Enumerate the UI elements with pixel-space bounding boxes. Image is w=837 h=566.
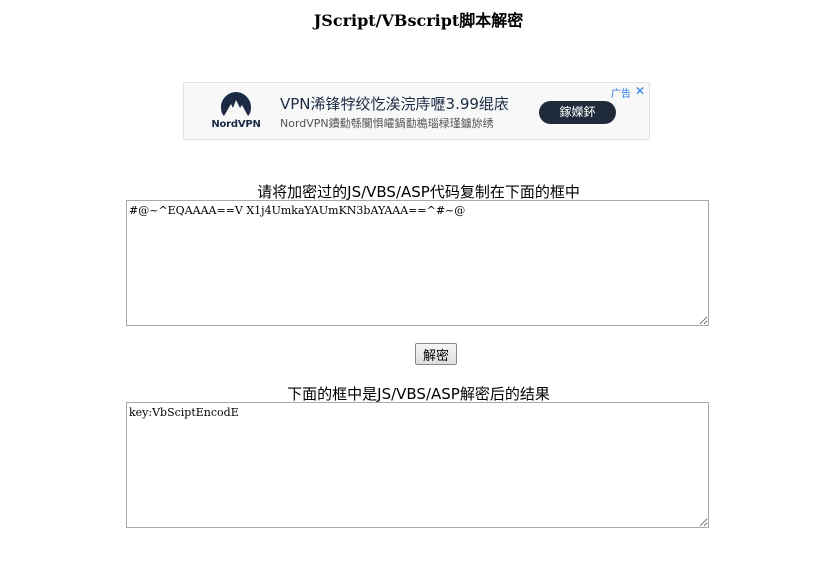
ad-headline[interactable]: VPN浠锋牸绞忔涘浣庤嚦3.99绲庡 — [280, 93, 509, 114]
mountain-icon — [221, 92, 251, 116]
output-label: 下面的框中是JS/VBS/ASP解密后的结果 — [287, 385, 550, 403]
nordvpn-logo[interactable]: NordVPN — [208, 91, 264, 135]
close-icon[interactable]: ✕ — [635, 84, 645, 98]
input-label: 请将加密过的JS/VBS/ASP代码复制在下面的框中 — [257, 183, 580, 201]
page-title: JScript/VBscript脚本解密 — [313, 11, 524, 30]
ad-cta-button[interactable]: 鎵嬫鈈 — [539, 101, 616, 124]
ad-label[interactable]: 广告 — [611, 85, 631, 100]
encrypted-code-input[interactable]: #@~^EQAAAA==V X1j4UmkaYAUmKN3bAYAAA==^#~… — [126, 200, 709, 326]
page: JScript/VBscript脚本解密 NordVPN VPN浠锋牸绞忔涘浣庤… — [0, 0, 837, 566]
ad-brand-name: NordVPN — [211, 119, 261, 130]
ad-description[interactable]: NordVPN鐨勬綔闃惧皬鍋勫槝瑙椂瑾鐪旀绣 — [280, 115, 520, 131]
ad-banner[interactable]: NordVPN VPN浠锋牸绞忔涘浣庤嚦3.99绲庡 NordVPN鐨勬綔闃惧皬… — [183, 82, 650, 140]
decrypted-result-output[interactable]: key:VbSciptEncodE — [126, 402, 709, 528]
decrypt-button[interactable]: 解密 — [415, 343, 457, 365]
